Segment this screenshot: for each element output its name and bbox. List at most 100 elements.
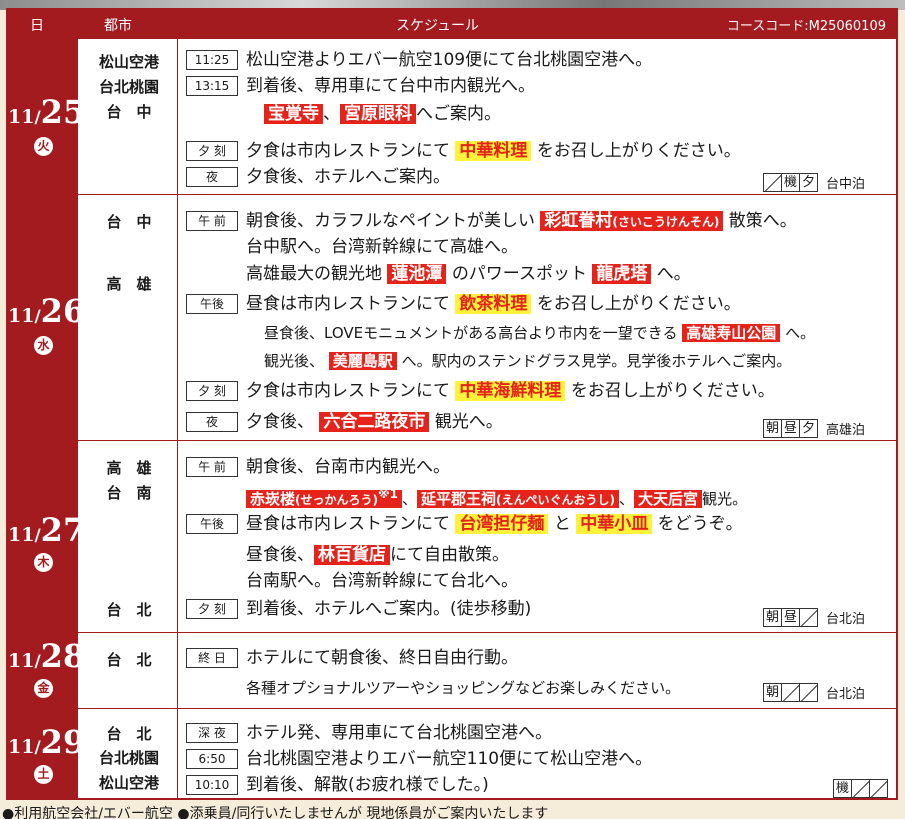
date-label: 11/28 <box>8 637 86 675</box>
schedule-line: 昼食は市内レストランにて 飲茶料理 をお召し上がりください。 <box>246 294 741 314</box>
time-tag: 夕 刻 <box>186 381 238 401</box>
time-tag: 10:10 <box>186 775 238 795</box>
city-name: 高 雄 <box>106 275 152 293</box>
schedule-line: 夕食後、ホテルへご案内。 <box>246 167 450 187</box>
schedule-line: 昼食後、LOVEモニュメントがある高台より市内を一望できる 高雄寿山公園 へ。 <box>264 324 816 342</box>
day-row-11-25: 11/25 火 松山空港 台北桃園 台 中 11:25 松山空港よりエバー航空1… <box>8 38 896 194</box>
date-label: 11/25 <box>8 93 86 131</box>
meal-box: 昼 <box>781 608 800 627</box>
city-cell: 高 雄 台 南 台 北 <box>80 441 178 632</box>
meal-none-icon <box>799 683 818 702</box>
spot-highlight: 美麗島駅 <box>328 352 397 370</box>
header-city: 都市 <box>104 18 132 34</box>
city-name: 高 雄 <box>106 459 152 477</box>
schedule-table: 日 都市 スケジュール コースコード:M25060109 11/25 火 松山空… <box>6 8 898 800</box>
schedule-line: 赤崁楼(せっかんろう)※1、延平郡王祠(えんぺいぐんおうし)、大天后宮 観光。 <box>246 483 747 511</box>
food-highlight: 飲茶料理 <box>455 294 532 314</box>
spot-highlight: 大天后宮 <box>634 490 703 508</box>
city-cell: 台 北 <box>80 633 178 708</box>
weekday-badge: 金 <box>34 679 53 698</box>
schedule-line: 台北桃園空港よりエバー航空110便にて松山空港へ。 <box>246 749 653 769</box>
weekday-badge: 火 <box>34 137 53 156</box>
meal-none-icon <box>799 608 818 627</box>
weekday-badge: 土 <box>34 765 53 784</box>
time-tag: 夕 刻 <box>186 141 238 161</box>
schedule-line: 到着後、解散(お疲れ様でした。) <box>246 775 489 795</box>
time-tag: 午後 <box>186 294 238 314</box>
date-cell: 11/26 水 <box>8 195 86 440</box>
schedule-line: 夕食は市内レストランにて 中華海鮮料理 をお召し上がりください。 <box>246 381 775 401</box>
food-highlight: 中華小皿 <box>576 514 653 534</box>
day-row-11-27: 11/27 木 高 雄 台 南 台 北 午 前 朝食後、台南市内観光へ。 赤崁楼… <box>8 440 896 632</box>
city-name: 台 北 <box>106 651 152 669</box>
spot-highlight: 彩虹眷村(さいこうけんそん) <box>540 211 724 231</box>
date-cell: 11/29 土 <box>8 709 86 798</box>
time-tag: 13:15 <box>186 76 238 96</box>
meal-box: 朝 <box>763 683 782 702</box>
stay-label: 高雄泊 <box>826 423 866 438</box>
city-name: 台 中 <box>106 213 152 231</box>
meal-box: 朝 <box>763 419 782 438</box>
weekday-badge: 木 <box>34 553 53 572</box>
header-day: 日 <box>30 18 44 34</box>
schedule-line: ホテル発、専用車にて台北桃園空港へ。 <box>246 723 552 743</box>
spot-highlight: 蓮池潭 <box>387 264 447 284</box>
schedule-line: 朝食後、カラフルなペイントが美しい 彩虹眷村(さいこうけんそん) 散策へ。 <box>246 211 797 231</box>
stay-label: 台北泊 <box>826 612 866 627</box>
time-tag: 終 日 <box>186 648 238 668</box>
day-row-11-28: 11/28 金 台 北 終 日 ホテルにて朝食後、終日自由行動。 各種オプショナ… <box>8 632 896 708</box>
meal-info: 朝昼夕高雄泊 <box>763 419 866 438</box>
time-tag: 6:50 <box>186 749 238 769</box>
date-cell: 11/25 火 <box>8 39 86 194</box>
time-tag: 夜 <box>186 412 238 432</box>
time-tag: 夕 刻 <box>186 599 238 619</box>
schedule-line: 到着後、専用車にて台中市内観光へ。 <box>246 76 535 96</box>
meal-info: 朝 台北泊 <box>763 683 866 702</box>
city-name: 台北桃園 <box>98 749 159 767</box>
city-name: 台 中 <box>106 103 152 121</box>
spot-highlight: 延平郡王祠(えんぺいぐんおうし) <box>417 490 620 508</box>
schedule-line: 台中駅へ。台湾新幹線にて高雄へ。 <box>246 237 518 257</box>
course-code: コースコード:M25060109 <box>726 19 886 34</box>
city-cell: 松山空港 台北桃園 台 中 <box>80 39 178 194</box>
footer-note: ●利用航空会社/エバー航空 ●添乗員/同行いたしませんが 現地係員がご案内いたし… <box>2 806 549 819</box>
time-tag: 午後 <box>186 514 238 534</box>
schedule-line: 夕食は市内レストランにて 中華料理 をお召し上がりください。 <box>246 141 741 161</box>
food-highlight: 台湾担仔麺 <box>455 514 549 534</box>
city-name: 松山空港 <box>98 774 159 792</box>
city-name: 台 北 <box>106 725 152 743</box>
stay-label: 台北泊 <box>826 687 866 702</box>
meal-box: 機 <box>833 779 852 798</box>
date-label: 11/29 <box>8 723 86 761</box>
meal-box: 昼 <box>781 419 800 438</box>
meal-box: 朝 <box>763 608 782 627</box>
time-tag: 深 夜 <box>186 723 238 743</box>
schedule-line: 高雄最大の観光地 蓮池潭 のパワースポット 龍虎塔 へ。 <box>246 264 691 284</box>
spot-highlight: 龍虎塔 <box>592 264 652 284</box>
time-tag: 夜 <box>186 167 238 187</box>
schedule-line: 昼食後、 林百貨店 にて自由散策。 <box>246 545 509 565</box>
date-cell: 11/28 金 <box>8 633 86 708</box>
spot-highlight: 林百貨店 <box>314 545 390 565</box>
meal-info: 朝昼 台北泊 <box>763 608 866 627</box>
weekday-badge: 水 <box>34 336 53 355</box>
stay-label: 台中泊 <box>826 177 866 192</box>
food-highlight: 中華料理 <box>455 141 532 161</box>
schedule-line: 松山空港よりエバー航空109便にて台北桃園空港へ。 <box>246 50 653 70</box>
date-label: 11/26 <box>8 292 86 330</box>
schedule-line: 台南駅へ。台湾新幹線にて台北へ。 <box>246 571 518 591</box>
meal-box: 夕 <box>799 419 818 438</box>
city-cell: 台 中 高 雄 <box>80 195 178 440</box>
time-tag: 午 前 <box>186 211 238 231</box>
table-header: 日 都市 スケジュール コースコード:M25060109 <box>8 10 896 38</box>
date-label: 11/27 <box>8 511 86 549</box>
city-name: 台北桃園 <box>98 78 159 96</box>
spot-highlight: 六合二路夜市 <box>319 412 430 432</box>
header-schedule: スケジュール <box>396 18 480 34</box>
schedule-line: 宝覚寺、宮原眼科 へご案内。 <box>264 103 501 125</box>
schedule-line: 夕食後、 六合二路夜市 観光へ。 <box>246 412 503 432</box>
spot-highlight: 高雄寿山公園 <box>682 324 781 342</box>
time-tag: 11:25 <box>186 50 238 70</box>
meal-none-icon <box>869 779 888 798</box>
spot-highlight: 赤崁楼(せっかんろう)※1 <box>246 487 403 508</box>
